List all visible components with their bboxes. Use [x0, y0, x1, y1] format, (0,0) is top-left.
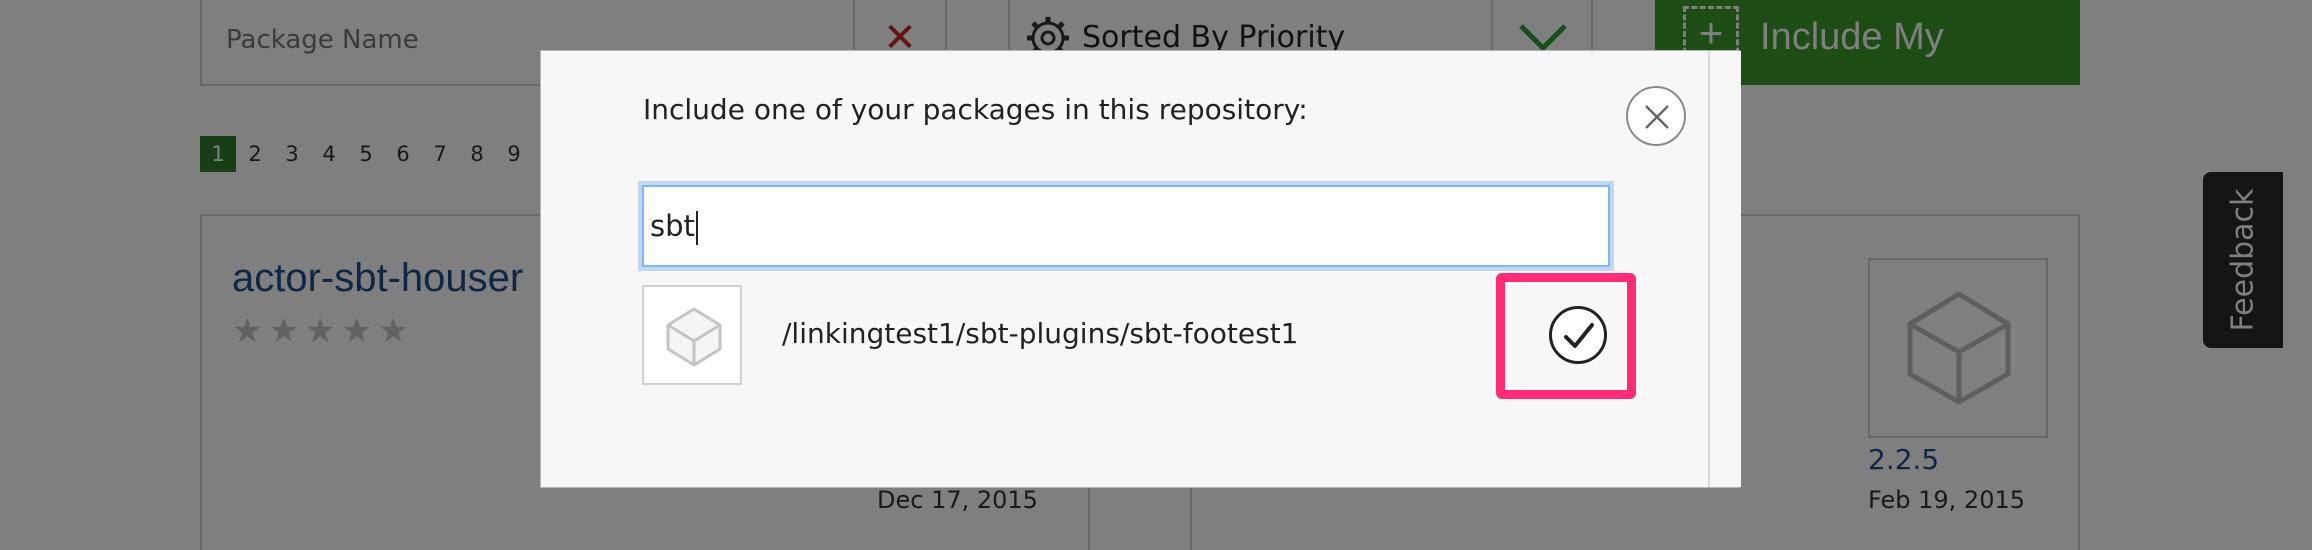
dialog-heading: Include one of your packages in this rep…	[643, 93, 1308, 126]
package-box-icon	[666, 307, 722, 367]
result-package-path: /linkingtest1/sbt-plugins/sbt-footest1	[782, 317, 1299, 350]
package-search-input[interactable]: sbt	[642, 185, 1610, 267]
close-dialog-button[interactable]	[1626, 86, 1686, 146]
result-thumbnail	[642, 285, 742, 385]
check-circle-icon	[1564, 323, 1594, 348]
dialog-scrollbar[interactable]	[1708, 51, 1741, 487]
select-package-button[interactable]	[1549, 306, 1607, 364]
include-package-dialog: Include one of your packages in this rep…	[540, 50, 1741, 488]
search-input-value: sbt	[650, 209, 695, 243]
close-icon	[1645, 105, 1669, 129]
text-caret	[695, 211, 698, 245]
